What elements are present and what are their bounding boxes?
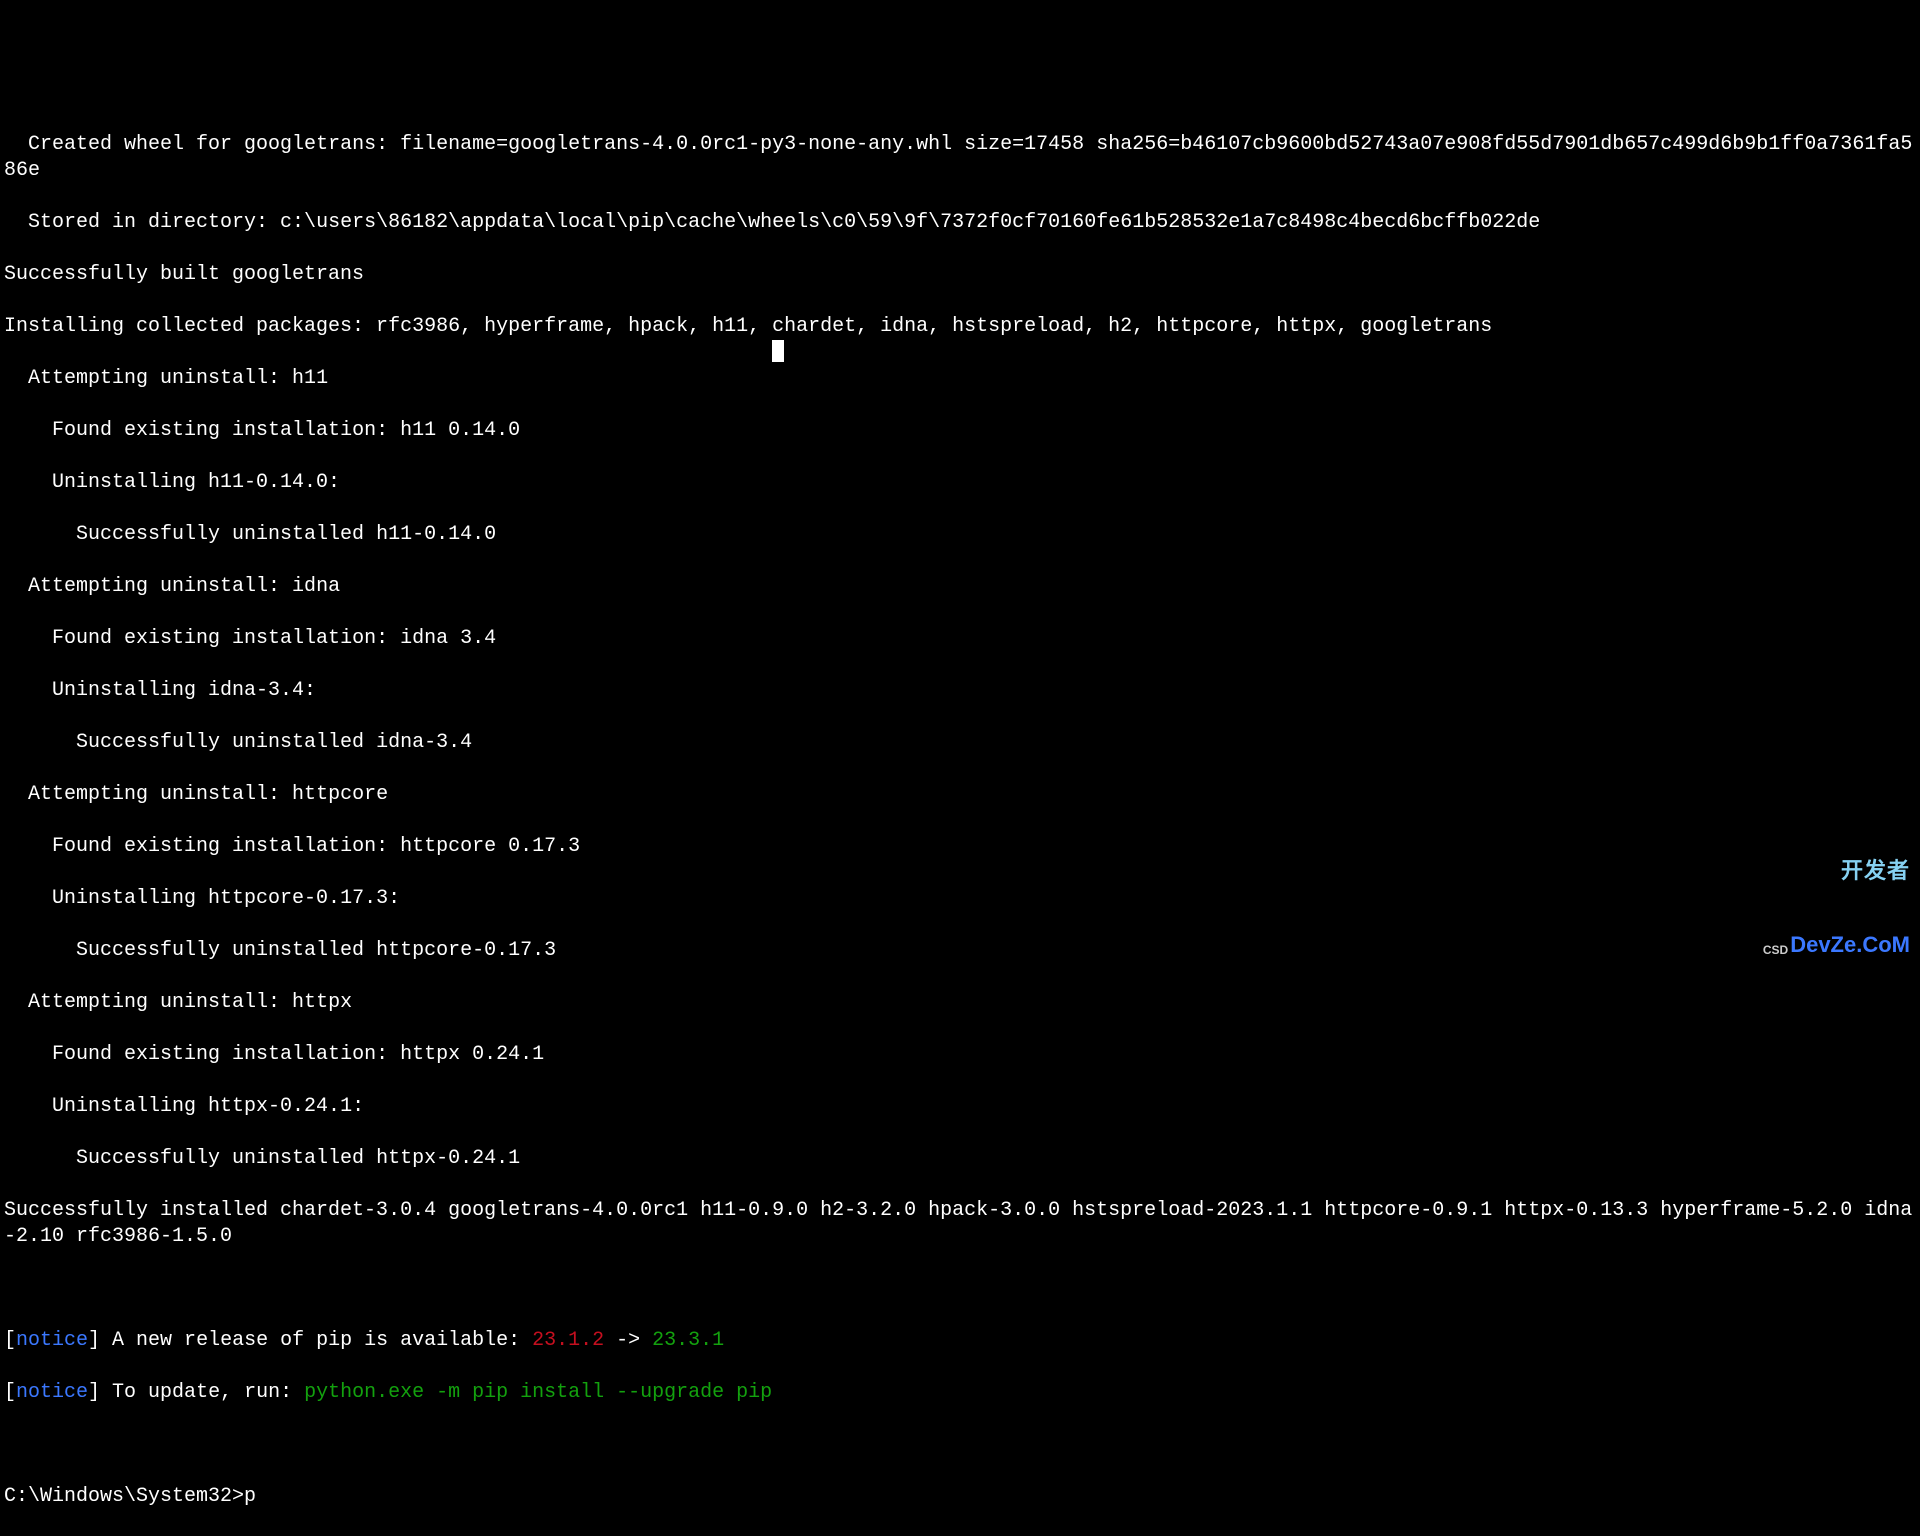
notice-line: [notice] A new release of pip is availab…: [4, 1328, 1916, 1354]
output-line: Created wheel for googletrans: filename=…: [4, 132, 1916, 184]
new-version: 23.3.1: [652, 1329, 724, 1352]
upgrade-command: python.exe -m pip install --upgrade pip: [304, 1381, 772, 1404]
old-version: 23.1.2: [532, 1329, 604, 1352]
prompt-path: C:\Windows\System32>: [4, 1485, 244, 1508]
notice-line: [notice] To update, run: python.exe -m p…: [4, 1380, 1916, 1406]
bracket: [: [4, 1381, 16, 1404]
output-line: Successfully uninstalled httpx-0.24.1: [4, 1146, 1916, 1172]
watermark: 开发者 CSDDevZe.CoM: [1763, 808, 1910, 982]
output-line: Attempting uninstall: idna: [4, 574, 1916, 600]
output-line: Uninstalling idna-3.4:: [4, 678, 1916, 704]
output-line: Uninstalling httpcore-0.17.3:: [4, 886, 1916, 912]
prompt-line[interactable]: C:\Windows\System32>p: [4, 1484, 1916, 1510]
output-line: Successfully installed chardet-3.0.4 goo…: [4, 1198, 1916, 1250]
output-line: Successfully uninstalled idna-3.4: [4, 730, 1916, 756]
cursor-icon: [772, 340, 784, 362]
output-line: Attempting uninstall: httpcore: [4, 782, 1916, 808]
notice-text: To update, run:: [100, 1381, 304, 1404]
blank-line: [4, 1276, 1916, 1302]
output-line: Found existing installation: idna 3.4: [4, 626, 1916, 652]
output-line: Found existing installation: httpx 0.24.…: [4, 1042, 1916, 1068]
output-line: Successfully built googletrans: [4, 262, 1916, 288]
arrow-text: ->: [604, 1329, 652, 1352]
output-line: Uninstalling httpx-0.24.1:: [4, 1094, 1916, 1120]
notice-tag: notice: [16, 1381, 88, 1404]
watermark-top: 开发者: [1763, 860, 1910, 882]
output-line: Attempting uninstall: httpx: [4, 990, 1916, 1016]
bracket: [: [4, 1329, 16, 1352]
watermark-prefix: CSD: [1763, 943, 1788, 957]
output-line: Successfully uninstalled h11-0.14.0: [4, 522, 1916, 548]
output-line: Uninstalling h11-0.14.0:: [4, 470, 1916, 496]
output-line: Successfully uninstalled httpcore-0.17.3: [4, 938, 1916, 964]
output-line: Attempting uninstall: h11: [4, 366, 1916, 392]
bracket: ]: [88, 1329, 100, 1352]
notice-tag: notice: [16, 1329, 88, 1352]
output-line: Found existing installation: h11 0.14.0: [4, 418, 1916, 444]
output-line: Installing collected packages: rfc3986, …: [4, 314, 1916, 340]
output-line: Stored in directory: c:\users\86182\appd…: [4, 210, 1916, 236]
blank-line: [4, 1432, 1916, 1458]
bracket: ]: [88, 1381, 100, 1404]
notice-text: A new release of pip is available:: [100, 1329, 532, 1352]
prompt-input[interactable]: p: [244, 1485, 256, 1508]
watermark-bottom: CSDDevZe.CoM: [1763, 934, 1910, 956]
output-line: Found existing installation: httpcore 0.…: [4, 834, 1916, 860]
terminal-output[interactable]: Created wheel for googletrans: filename=…: [4, 106, 1916, 1092]
